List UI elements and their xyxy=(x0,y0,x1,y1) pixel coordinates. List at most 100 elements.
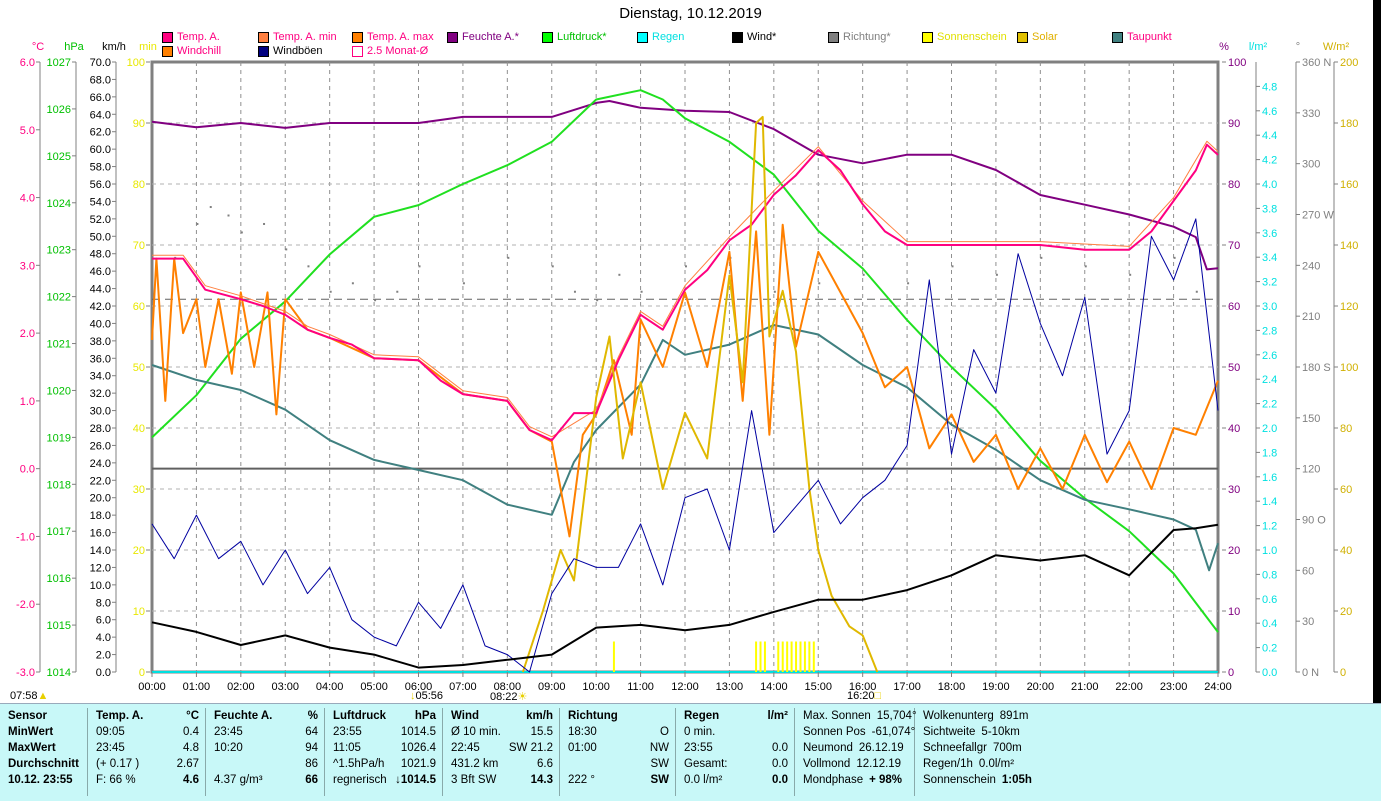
axis-label-press: 1020 xyxy=(47,385,71,397)
time-label: 10:00 xyxy=(582,681,610,693)
axis-unit-min: min xyxy=(139,41,157,53)
axis-label-hum: 80 xyxy=(1228,179,1240,191)
axis-label-hum: 10 xyxy=(1228,606,1240,618)
axis-label-temp: 2.0 xyxy=(20,328,35,340)
stats-value: SW 21.2 xyxy=(508,742,553,754)
stats-row: 23:45 4.8 xyxy=(88,740,205,756)
stats-value: l/m² xyxy=(767,710,788,722)
stats-row: Wolkenunterg 891m xyxy=(915,708,1380,724)
axis-label-press: 1021 xyxy=(47,339,71,351)
axis-label-temp: 0.0 xyxy=(20,464,35,476)
stats-value: 15.5 xyxy=(530,726,553,738)
stats-value: % xyxy=(307,710,318,722)
stats-row: Wind km/h xyxy=(443,708,559,724)
axis-label-wind: 16.0 xyxy=(90,528,111,540)
stats-row: Regen l/m² xyxy=(676,708,794,724)
stats-label: 431.2 km xyxy=(451,758,499,770)
axis-label-temp: -3.0 xyxy=(16,667,35,679)
direction-dot xyxy=(1173,256,1176,259)
stats-value: 4.6 xyxy=(183,774,199,786)
stats-label: Wind xyxy=(451,710,479,722)
axis-label-min: 100 xyxy=(127,57,145,69)
direction-dot xyxy=(227,214,230,217)
axis-label-hum: 50 xyxy=(1228,362,1240,374)
weather-chart: °C 6.0 5.0 4.0 3.0 2.0 1.0 0.0 -1.0 -2.0 -3.0 hPa 10… xyxy=(16,41,1358,693)
stats-value: 6.6 xyxy=(537,758,553,770)
axis-label-rain: 0.2 xyxy=(1262,643,1277,655)
axis-label-solar: 180 xyxy=(1340,118,1358,130)
axis-label-wind: 40.0 xyxy=(90,318,111,330)
axis-label-wind: 12.0 xyxy=(90,562,111,574)
axis-label-press: 1018 xyxy=(47,479,71,491)
axis-label-wind: 20.0 xyxy=(90,493,111,505)
axis-label-dir: 210 xyxy=(1302,311,1320,323)
axis-label-press: 1022 xyxy=(47,292,71,304)
axis-label-wind: 58.0 xyxy=(90,162,111,174)
axis-label-rain: 2.2 xyxy=(1262,399,1277,411)
direction-dot xyxy=(551,265,554,268)
axis-label-wind: 2.0 xyxy=(96,650,111,662)
axis-label-wind: 62.0 xyxy=(90,127,111,139)
stats-column: Richtung 18:30 O 01:00 NW SW 222 ° SW xyxy=(560,708,676,796)
axis-label-min: 30 xyxy=(133,484,145,496)
time-label: 00:00 xyxy=(138,681,166,693)
stats-column: Sensor MinWert MaxWert Durchschnitt 10.12. 2… xyxy=(0,708,88,796)
stats-value: 0.0l/m² xyxy=(978,758,1015,770)
stats-row: 431.2 km 6.6 xyxy=(443,756,559,772)
time-label: 07:00 xyxy=(449,681,477,693)
stats-label: Mondphase xyxy=(803,774,864,786)
axis-label-temp: 5.0 xyxy=(20,125,35,137)
stats-value: 1026.4 xyxy=(400,742,436,754)
axis-label-wind: 56.0 xyxy=(90,179,111,191)
stats-row: 18:30 O xyxy=(560,724,675,740)
axis-label-press: 1019 xyxy=(47,432,71,444)
stats-row: 86 xyxy=(206,756,324,772)
direction-dot xyxy=(907,282,910,285)
direction-dot xyxy=(1084,265,1087,268)
time-label: 23:00 xyxy=(1160,681,1188,693)
axis-label-dir: 240 xyxy=(1302,260,1320,272)
window-edge xyxy=(1373,0,1381,703)
stats-label: 3 Bft SW xyxy=(451,774,497,786)
axis-label-min: 90 xyxy=(133,118,145,130)
axis-label-wind: 6.0 xyxy=(96,615,111,627)
axis-unit-rain: l/m² xyxy=(1249,41,1268,53)
stats-value: SW xyxy=(650,758,669,770)
axis-label-temp: 3.0 xyxy=(20,260,35,272)
time-label: 11:00 xyxy=(627,681,654,693)
stats-row: 10.12. 23:55 xyxy=(0,772,87,788)
stats-label: 23:45 xyxy=(214,726,243,738)
axis-label-dir: 30 xyxy=(1302,616,1314,628)
direction-dot xyxy=(351,282,354,285)
axis-label-wind: 0.0 xyxy=(96,667,111,679)
stats-column: Luftdruck hPa 23:55 1014.5 11:05 1026.4 ^1.5hP… xyxy=(325,708,443,796)
stats-row: 01:00 NW xyxy=(560,740,675,756)
axis-label-wind: 66.0 xyxy=(90,92,111,104)
direction-dot xyxy=(329,290,332,293)
stats-row: F: 66 % 4.6 xyxy=(88,772,205,788)
stats-column: Regen l/m² 0 min. 23:55 0.0 Gesamt: 0.0 0.0 l/m… xyxy=(676,708,795,796)
axis-label-dir: 60 xyxy=(1302,565,1314,577)
axis-label-min: 0 xyxy=(139,667,145,679)
direction-dot xyxy=(1129,273,1132,276)
stats-value: 0.4 xyxy=(183,726,199,738)
axis-label-rain: 3.4 xyxy=(1262,252,1277,264)
stats-row: ^1.5hPa/h 1021.9 xyxy=(325,756,442,772)
stats-row: Vollmond 12.12.19 xyxy=(795,756,914,772)
axis-label-rain: 1.6 xyxy=(1262,472,1277,484)
stats-row: 23:55 0.0 xyxy=(676,740,794,756)
direction-dot xyxy=(374,299,377,302)
axis-label-wind: 70.0 xyxy=(90,57,111,69)
axis-label-dir: 180 S xyxy=(1302,362,1331,374)
stats-value: O xyxy=(660,726,669,738)
stats-label: 222 ° xyxy=(568,774,595,786)
axis-label-wind: 42.0 xyxy=(90,301,111,313)
time-label: 19:00 xyxy=(982,681,1010,693)
stats-value: 0.0 xyxy=(772,742,788,754)
axis-label-wind: 48.0 xyxy=(90,249,111,261)
stats-label: 01:00 xyxy=(568,742,597,754)
axis-label-rain: 2.6 xyxy=(1262,350,1277,362)
axis-label-wind: 18.0 xyxy=(90,510,111,522)
stats-row: Luftdruck hPa xyxy=(325,708,442,724)
axis-label-press: 1016 xyxy=(47,573,71,585)
